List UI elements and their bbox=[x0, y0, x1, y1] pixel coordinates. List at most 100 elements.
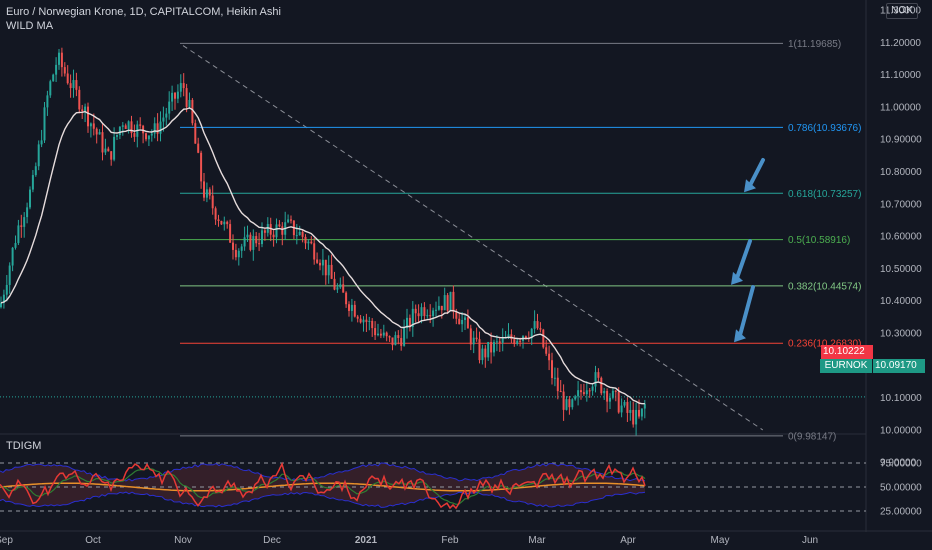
candle-body bbox=[287, 219, 290, 223]
candle-body bbox=[446, 295, 449, 311]
candle-body bbox=[20, 225, 23, 227]
candle-body bbox=[640, 408, 643, 417]
candle-body bbox=[263, 230, 266, 233]
candle-body bbox=[403, 328, 406, 346]
candle-body bbox=[432, 310, 435, 317]
candle-body bbox=[443, 295, 446, 311]
candle-body bbox=[23, 217, 26, 227]
candle-body bbox=[516, 340, 519, 344]
candle-body bbox=[423, 307, 426, 316]
candle-body bbox=[632, 409, 635, 425]
candle-body bbox=[0, 302, 2, 308]
candle-body bbox=[377, 333, 379, 336]
candle-body bbox=[606, 390, 609, 402]
time-tick-label: Jun bbox=[802, 535, 818, 546]
candle-body bbox=[188, 99, 191, 107]
candle-body bbox=[626, 401, 629, 413]
candle-body bbox=[232, 242, 234, 250]
arrow-annotation[interactable] bbox=[735, 239, 752, 280]
candle-body bbox=[577, 390, 580, 397]
candle-body bbox=[469, 328, 472, 345]
candle-body bbox=[333, 278, 336, 290]
price-tick-label: 11.10000 bbox=[880, 70, 921, 81]
candle-body bbox=[562, 391, 565, 410]
candle-body bbox=[585, 390, 588, 395]
candle-body bbox=[127, 121, 130, 129]
candle-body bbox=[617, 391, 620, 413]
candle-body bbox=[89, 123, 92, 127]
price-tick-label: 11.20000 bbox=[880, 38, 921, 49]
symbol-tag: EURNOK bbox=[820, 359, 872, 373]
candle-body bbox=[385, 332, 388, 337]
candle-body bbox=[220, 220, 223, 225]
currency-badge[interactable]: NOK bbox=[886, 3, 918, 19]
candle-body bbox=[400, 338, 403, 346]
candle-body bbox=[611, 390, 614, 398]
candle-body bbox=[568, 399, 571, 408]
price-tick-label: 9.90000 bbox=[880, 458, 917, 469]
chart-canvas[interactable]: 1(11.19685) 0.786(10.93676) 0.618(10.73257… bbox=[0, 0, 932, 550]
candle-body bbox=[449, 291, 452, 311]
candle-body bbox=[620, 405, 623, 413]
price-tick-label: 10.10000 bbox=[880, 393, 922, 404]
symbol-title[interactable]: Euro / Norwegian Krone, 1D, CAPITALCOM, … bbox=[6, 6, 281, 18]
oscillator-label[interactable]: TDIGM bbox=[6, 440, 41, 452]
candle-body bbox=[69, 83, 72, 89]
arrow-annotation[interactable] bbox=[748, 158, 765, 188]
candle-body bbox=[252, 236, 255, 250]
trendline[interactable] bbox=[182, 45, 764, 431]
candle-body bbox=[261, 230, 263, 245]
indicator-label[interactable]: WILD MA bbox=[6, 20, 53, 32]
candle-body bbox=[553, 377, 556, 379]
candle-body bbox=[304, 236, 307, 244]
candle-body bbox=[34, 166, 37, 176]
price-tick-label: 10.00000 bbox=[880, 425, 922, 436]
candle-body bbox=[490, 341, 493, 353]
candle-body bbox=[40, 140, 43, 145]
candle-body bbox=[342, 284, 345, 293]
candle-body bbox=[168, 101, 171, 114]
candle-body bbox=[600, 377, 603, 394]
candle-body bbox=[458, 318, 461, 325]
candle-body bbox=[556, 377, 559, 392]
candle-body bbox=[58, 52, 60, 65]
candle-body bbox=[240, 246, 243, 251]
candle-body bbox=[95, 128, 98, 135]
candle-body bbox=[72, 80, 75, 89]
time-tick-label: Oct bbox=[85, 535, 101, 546]
candle-body bbox=[176, 91, 179, 99]
candle-body bbox=[272, 234, 275, 238]
candle-body bbox=[92, 123, 95, 129]
candle-body bbox=[533, 321, 536, 329]
candle-body bbox=[185, 88, 188, 107]
last-price-tag: 10.10222 bbox=[821, 345, 873, 359]
candle-body bbox=[81, 109, 84, 112]
time-tick-label: Nov bbox=[174, 535, 192, 546]
candle-body bbox=[60, 52, 63, 68]
price-tick-label: 10.60000 bbox=[880, 232, 922, 243]
time-tick-label: May bbox=[711, 535, 730, 546]
candle-body bbox=[275, 224, 278, 238]
candle-body bbox=[104, 148, 107, 153]
arrow-annotation[interactable] bbox=[738, 285, 755, 338]
candle-body bbox=[371, 320, 374, 329]
candle-body bbox=[133, 133, 136, 137]
candle-body bbox=[75, 80, 78, 90]
candle-body bbox=[295, 235, 298, 237]
candle-body bbox=[551, 360, 553, 379]
candle-body bbox=[559, 391, 562, 393]
fib-level-label: 0.786(10.93676) bbox=[788, 123, 861, 134]
candle-body bbox=[452, 291, 455, 312]
fib-level-label: 0.5(10.58916) bbox=[788, 235, 850, 246]
candle-body bbox=[348, 304, 350, 311]
candle-body bbox=[414, 308, 417, 314]
candle-body bbox=[464, 317, 466, 321]
candle-body bbox=[208, 189, 211, 196]
candle-body bbox=[313, 243, 316, 260]
candle-body bbox=[536, 321, 539, 329]
candle-body bbox=[382, 332, 385, 336]
candle-body bbox=[513, 339, 516, 344]
candle-body bbox=[17, 225, 20, 244]
candle-body bbox=[484, 348, 487, 358]
candle-body bbox=[147, 135, 150, 140]
